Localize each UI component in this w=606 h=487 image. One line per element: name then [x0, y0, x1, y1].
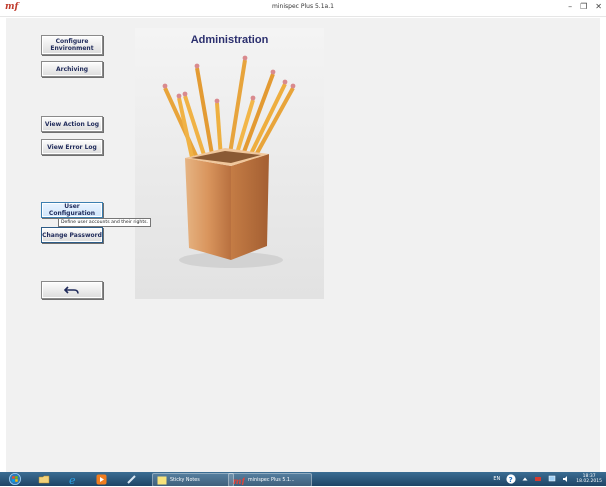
- help-icon[interactable]: ?: [506, 474, 516, 484]
- folder-pinned[interactable]: [38, 473, 50, 485]
- back-button[interactable]: [41, 281, 103, 299]
- taskbar-item-label: Sticky Notes: [170, 477, 200, 483]
- window-controls: – ❐ ✕: [568, 2, 602, 12]
- administration-panel: Administration: [135, 28, 324, 299]
- svg-text:?: ?: [509, 476, 513, 484]
- archiving-label: Archiving: [55, 65, 89, 73]
- user-configuration-button[interactable]: User Configuration: [41, 202, 103, 218]
- ie-pinned[interactable]: e: [68, 473, 80, 485]
- sticky-notes-icon: [157, 476, 167, 484]
- minimize-button[interactable]: –: [568, 2, 572, 12]
- view-action-log-button[interactable]: View Action Log: [41, 116, 103, 132]
- clock-date: 18.02.2015: [576, 479, 602, 484]
- configure-environment-button[interactable]: Configure Environment: [41, 35, 103, 55]
- tooltip: Define user accounts and their rights.: [58, 218, 152, 227]
- windows-start-icon: [9, 473, 21, 485]
- minispec-icon: mf: [233, 476, 245, 485]
- flag-icon[interactable]: [534, 475, 542, 483]
- user-configuration-label: User Configuration: [48, 203, 96, 217]
- network-icon[interactable]: [548, 475, 556, 483]
- ie-icon: e: [69, 474, 76, 485]
- close-button[interactable]: ✕: [595, 2, 602, 12]
- taskbar-item-minispec[interactable]: mf minispec Plus 5.1...: [228, 473, 312, 487]
- volume-icon[interactable]: [562, 475, 570, 483]
- view-error-log-label: View Error Log: [47, 143, 97, 151]
- media-player-icon: [96, 474, 107, 484]
- folder-icon: [38, 475, 50, 484]
- media-player-pinned[interactable]: [96, 473, 107, 485]
- taskbar: e Sticky Notes mf minispec Plus 5.1... E…: [0, 472, 606, 487]
- language-indicator[interactable]: EN: [493, 476, 500, 482]
- system-tray: EN ? 18:37 18.02.2015: [493, 473, 602, 485]
- taskbar-item-sticky-notes[interactable]: Sticky Notes: [152, 473, 234, 487]
- clock[interactable]: 18:37 18.02.2015: [576, 474, 602, 484]
- configure-environment-label: Configure Environment: [50, 38, 94, 52]
- start-button[interactable]: [8, 473, 22, 485]
- view-error-log-button[interactable]: View Error Log: [41, 139, 103, 155]
- change-password-button[interactable]: Change Password: [41, 227, 103, 243]
- taskbar-item-label: minispec Plus 5.1...: [248, 477, 295, 483]
- svg-text:e: e: [69, 474, 76, 485]
- pen-icon: [127, 474, 136, 484]
- archiving-button[interactable]: Archiving: [41, 61, 103, 77]
- pencil-cup-image: [162, 55, 296, 268]
- title-bar: mf minispec Plus 5.1a.1 – ❐ ✕: [0, 0, 606, 17]
- maximize-button[interactable]: ❐: [580, 2, 587, 12]
- show-hidden-icons-icon[interactable]: [522, 476, 528, 482]
- view-action-log-label: View Action Log: [44, 120, 100, 128]
- change-password-label: Change Password: [42, 231, 102, 239]
- pen-pinned[interactable]: [126, 473, 137, 485]
- undo-arrow-icon: [64, 286, 79, 294]
- window-title: minispec Plus 5.1a.1: [272, 3, 334, 10]
- svg-text:mf: mf: [233, 476, 245, 485]
